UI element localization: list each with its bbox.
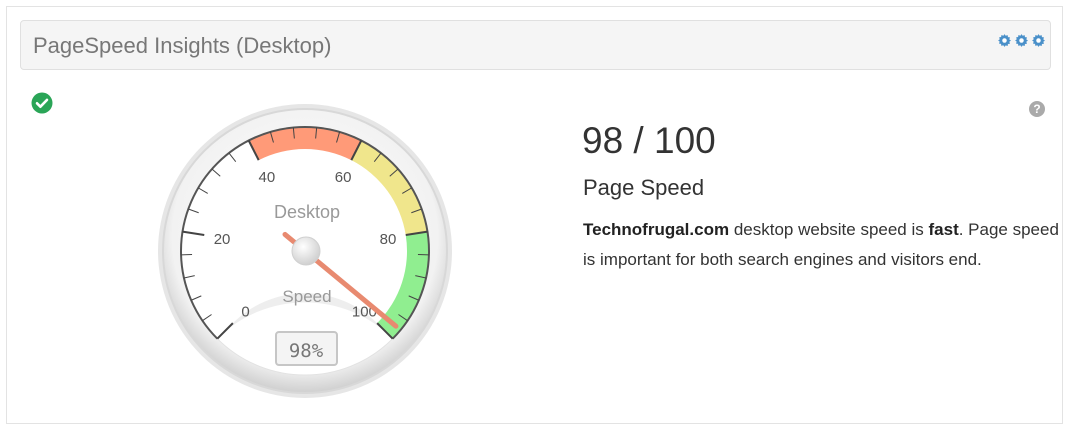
svg-text:?: ? xyxy=(1033,102,1040,116)
gauge-tick-label: 40 xyxy=(259,169,276,186)
gear-icon[interactable] xyxy=(1031,33,1046,48)
gauge-label-bottom: Speed xyxy=(282,287,331,306)
panel-header: PageSpeed Insights (Desktop) xyxy=(20,20,1051,70)
score-value: 98 / 100 xyxy=(582,120,716,161)
score-description: Technofrugal.com desktop website speed i… xyxy=(583,215,1063,275)
site-name: Technofrugal.com xyxy=(583,220,730,239)
pagespeed-panel: PageSpeed Insights (Desktop) ? 0 20 40 6… xyxy=(6,6,1063,424)
gauge-readout: 98% xyxy=(289,340,324,362)
gauge-tick-label: 80 xyxy=(380,231,397,248)
description-text-1: desktop website speed is xyxy=(729,220,929,239)
gauge-hub xyxy=(291,236,321,266)
gear-icon[interactable] xyxy=(1014,33,1029,48)
gauge-tick-label: 60 xyxy=(335,169,352,186)
settings-group[interactable] xyxy=(997,33,1046,48)
speed-rating: fast xyxy=(928,220,959,239)
question-circle-icon[interactable]: ? xyxy=(1028,100,1046,118)
check-circle-icon xyxy=(31,92,53,114)
gear-icon[interactable] xyxy=(997,33,1012,48)
gauge-label-top: Desktop xyxy=(274,202,340,222)
panel-title: PageSpeed Insights (Desktop) xyxy=(33,33,332,58)
speed-gauge: 02040 6080100 Desktop Speed 98% xyxy=(158,104,452,398)
gauge-tick-label: 0 xyxy=(241,303,249,320)
gauge-tick-label: 20 xyxy=(214,231,231,248)
score-heading: Page Speed xyxy=(583,175,705,200)
